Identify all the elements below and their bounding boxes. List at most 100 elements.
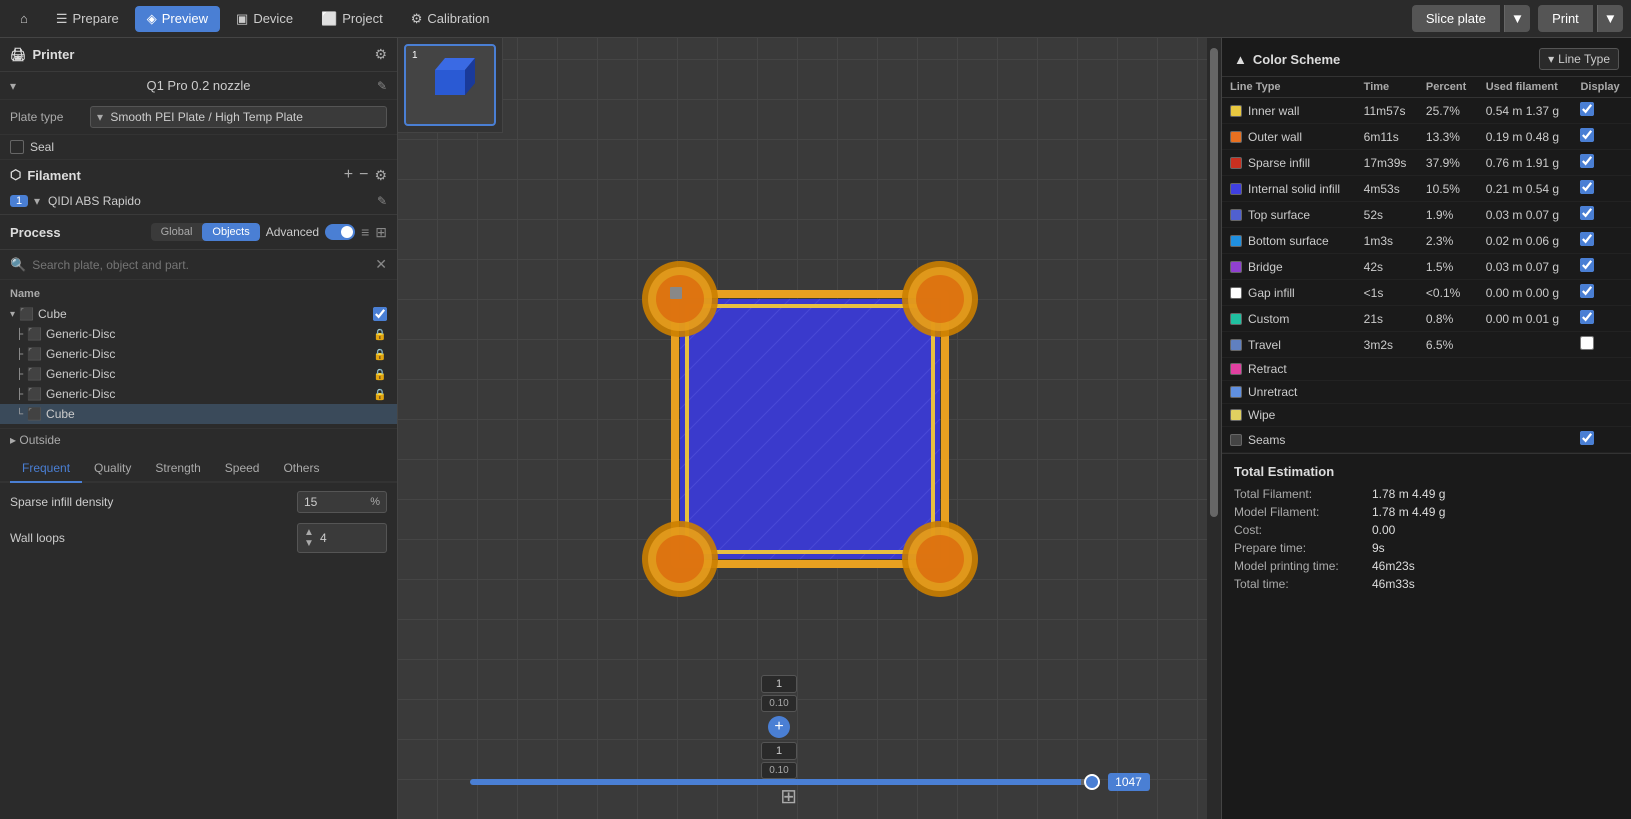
filament-title: ⬡ Filament (10, 167, 81, 183)
tab-strength[interactable]: Strength (143, 455, 212, 483)
plate-dropdown-arrow: ▾ (97, 110, 103, 124)
cs-cell-time-1: 6m11s (1356, 124, 1418, 150)
device-button[interactable]: ▣ Device (224, 6, 305, 32)
plate-label: Plate type (10, 110, 82, 124)
tab-frequent[interactable]: Frequent (10, 455, 82, 483)
printer-settings-icon[interactable]: ⚙ (374, 46, 387, 63)
filament-add-button[interactable]: + (344, 166, 353, 184)
cs-checkbox-0[interactable] (1580, 102, 1594, 116)
cs-checkbox-8[interactable] (1580, 310, 1594, 324)
filament-remove-button[interactable]: − (359, 166, 368, 184)
model-filament-label: Model Filament: (1234, 505, 1364, 519)
top-nav: ⌂ ☰ Prepare ◈ Preview ▣ Device ⬜ Project… (0, 0, 1631, 38)
col-filament: Used filament (1478, 77, 1573, 98)
process-list-icon[interactable]: ≡ (361, 224, 369, 241)
cs-row-6: Bridge42s1.5%0.03 m 0.07 g (1222, 254, 1631, 280)
plate-select[interactable]: ▾ Smooth PEI Plate / High Temp Plate (90, 106, 387, 128)
project-icon: ⬜ (321, 11, 337, 27)
global-toggle-button[interactable]: Global (151, 223, 203, 241)
cs-row-9: Travel3m2s6.5% (1222, 332, 1631, 358)
thumbnail-overlay: 1 (398, 38, 503, 133)
cube-tree-item[interactable]: ▾ ⬛ Cube (0, 304, 397, 324)
3d-model-svg (600, 219, 1020, 639)
filament-settings-icon[interactable]: ⚙ (374, 167, 387, 184)
search-clear-icon[interactable]: ✕ (375, 256, 387, 273)
cs-cell-display-12 (1572, 404, 1631, 427)
layer-box-top-sub: 0.10 (761, 695, 797, 712)
tab-speed[interactable]: Speed (213, 455, 272, 483)
disc1-arrow-icon: ├ (16, 329, 23, 340)
cs-row-3: Internal solid infill4m53s10.5%0.21 m 0.… (1222, 176, 1631, 202)
advanced-row: Advanced (266, 224, 355, 240)
seal-checkbox[interactable] (10, 140, 24, 154)
filament-dropdown-arrow: ▾ (34, 194, 40, 208)
cs-row-5: Bottom surface1m3s2.3%0.02 m 0.06 g (1222, 228, 1631, 254)
disc2-tree-item[interactable]: ├ ⬛ Generic-Disc 🔒 (0, 344, 397, 364)
cs-checkbox-13[interactable] (1580, 431, 1594, 445)
seal-row: Seal (0, 135, 397, 160)
prepare-button[interactable]: ☰ Prepare (44, 6, 131, 32)
cube-child-tree-item[interactable]: └ ⬛ Cube (0, 404, 397, 424)
cs-cell-percent-5: 2.3% (1418, 228, 1478, 254)
cs-row-12: Wipe (1222, 404, 1631, 427)
layer-zoom-plus[interactable]: + (768, 716, 790, 738)
canvas-wrapper: 1 (398, 38, 1221, 819)
home-button[interactable]: ⌂ (8, 6, 40, 31)
cs-checkbox-6[interactable] (1580, 258, 1594, 272)
cs-cell-name-10: Retract (1222, 358, 1356, 381)
cs-cell-time-3: 4m53s (1356, 176, 1418, 202)
col-time: Time (1356, 77, 1418, 98)
color-scheme-collapse-icon[interactable]: ▲ (1234, 52, 1247, 67)
cs-cell-display-3 (1572, 176, 1631, 202)
col-line-type: Line Type (1222, 77, 1356, 98)
layer-number: 1047 (1108, 773, 1150, 791)
cs-cell-name-9: Travel (1222, 332, 1356, 358)
slice-plate-arrow[interactable]: ▼ (1504, 5, 1530, 32)
advanced-label: Advanced (266, 225, 319, 239)
model-print-time-row: Model printing time: 46m23s (1234, 559, 1619, 573)
disc4-arrow-icon: ├ (16, 389, 23, 400)
cs-checkbox-5[interactable] (1580, 232, 1594, 246)
cs-cell-name-12: Wipe (1222, 404, 1356, 427)
thumbnail-item[interactable]: 1 (404, 44, 496, 126)
cs-cell-display-7 (1572, 280, 1631, 306)
tab-others[interactable]: Others (271, 455, 331, 483)
preview-button[interactable]: ◈ Preview (135, 6, 220, 32)
process-controls: Global Objects Advanced ≡ ⊞ (151, 223, 387, 241)
wall-loops-input[interactable] (320, 531, 380, 545)
cs-checkbox-7[interactable] (1580, 284, 1594, 298)
print-button[interactable]: Print (1538, 5, 1593, 32)
cs-cell-display-2 (1572, 150, 1631, 176)
cs-cell-time-2: 17m39s (1356, 150, 1418, 176)
process-grid-icon[interactable]: ⊞ (375, 224, 387, 241)
filament-edit-icon[interactable]: ✎ (377, 194, 387, 208)
disc1-tree-item[interactable]: ├ ⬛ Generic-Disc 🔒 (0, 324, 397, 344)
filament-controls: + − ⚙ (344, 166, 387, 184)
cs-checkbox-4[interactable] (1580, 206, 1594, 220)
search-input[interactable] (32, 258, 369, 272)
vertical-scrollbar[interactable] (1207, 38, 1221, 819)
printer-edit-icon[interactable]: ✎ (377, 79, 387, 93)
sparse-infill-input[interactable] (304, 495, 364, 509)
wall-loops-stepper-down[interactable]: ▲▼ (304, 527, 314, 549)
disc4-tree-item[interactable]: ├ ⬛ Generic-Disc 🔒 (0, 384, 397, 404)
scheme-select[interactable]: ▾ Line Type (1539, 48, 1619, 70)
cs-checkbox-3[interactable] (1580, 180, 1594, 194)
project-button[interactable]: ⬜ Project (309, 6, 395, 32)
disc3-tree-item[interactable]: ├ ⬛ Generic-Disc 🔒 (0, 364, 397, 384)
filament-item: 1 ▾ QIDI ABS Rapido ✎ (0, 190, 397, 214)
tab-quality[interactable]: Quality (82, 455, 143, 483)
cs-checkbox-1[interactable] (1580, 128, 1594, 142)
cube-checkbox[interactable] (373, 307, 387, 321)
cs-row-1: Outer wall6m11s13.3%0.19 m 0.48 g (1222, 124, 1631, 150)
objects-toggle-button[interactable]: Objects (202, 223, 259, 241)
slice-plate-button[interactable]: Slice plate (1412, 5, 1500, 32)
layers-icon[interactable]: ⊞ (780, 784, 797, 809)
printer-title: 🖨 Printer (10, 47, 74, 63)
print-arrow[interactable]: ▼ (1597, 5, 1623, 32)
cs-cell-filament-9 (1478, 332, 1573, 358)
advanced-toggle[interactable] (325, 224, 355, 240)
cs-checkbox-9[interactable] (1580, 336, 1594, 350)
cs-checkbox-2[interactable] (1580, 154, 1594, 168)
calibration-button[interactable]: ⚙ Calibration (399, 6, 502, 32)
